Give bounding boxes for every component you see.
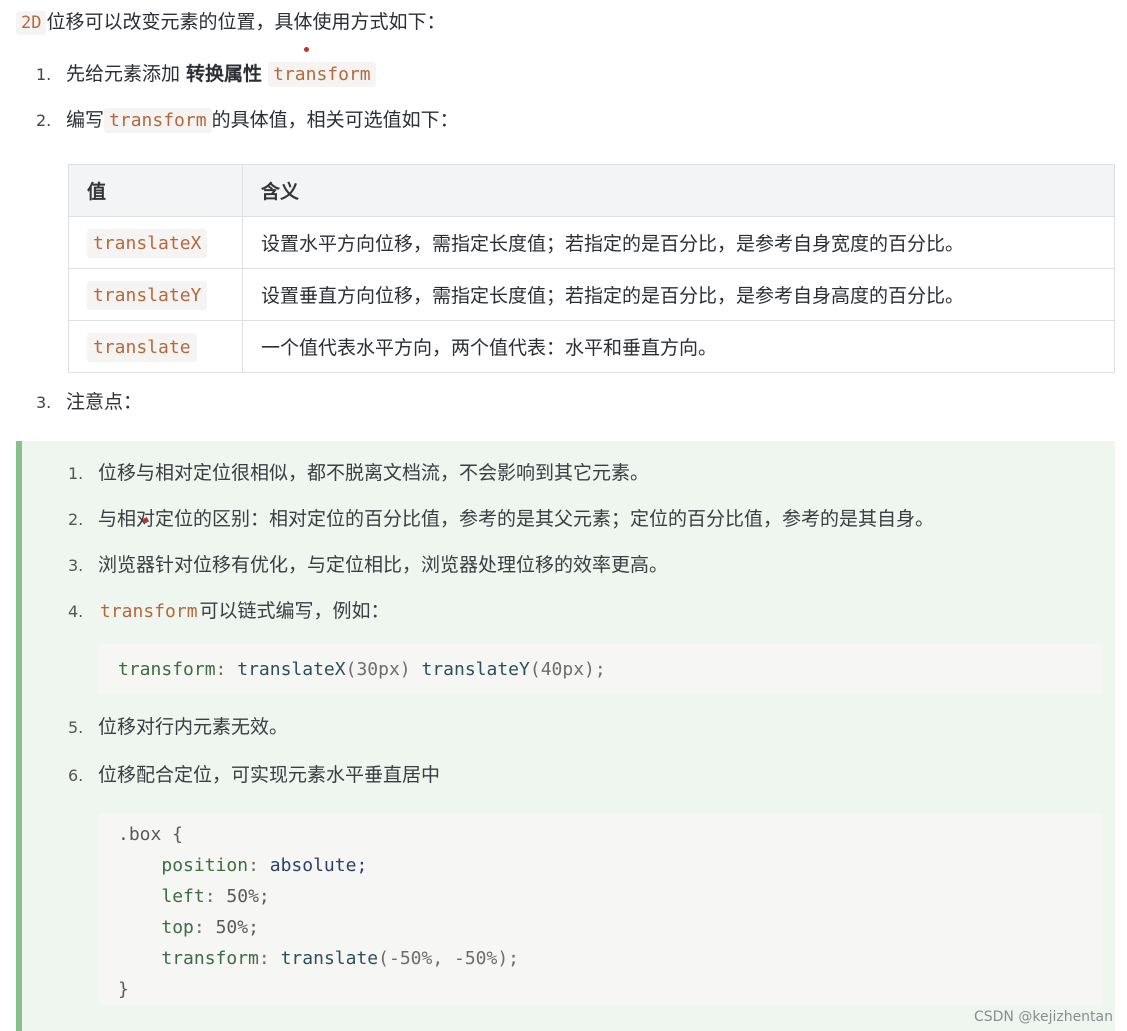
note-code: transform [100,601,198,622]
code-block-chain: transform: translateX(30px) translateY(4… [98,644,1103,694]
table-cell-value: translate [68,320,243,373]
code-selector: .box { [118,824,184,845]
table-row: translate 一个值代表水平方向，两个值代表：水平和垂直方向。 [68,320,1115,373]
watermark: CSDN @kejizhentan [973,1009,1113,1025]
step-bold-text: 转换属性 [186,63,263,85]
values-table: 值 含义 translateX 设置水平方向位移，需指定长度值；若指定的是百分比… [68,164,1115,373]
table-header-row: 值 含义 [68,164,1115,217]
table-row: translateY 设置垂直方向位移，需指定长度值；若指定的是百分比，是参考自… [68,268,1115,321]
note-number: 4. [68,602,84,621]
note-block: 1. 位移与相对定位很相似，都不脱离文档流，不会影响到其它元素。 2. 与相对定位的… [16,441,1115,1031]
code-function: translateX [237,659,346,680]
table-header-value: 值 [68,164,243,217]
red-dot-marker [143,518,148,523]
step-number: 2. [36,111,52,130]
intro-line: 2D 位移可以改变元素的位置，具体使用方式如下： [16,8,446,37]
note-item: 5. 位移对行内元素无效。 [68,713,288,742]
note-text: 浏览器针对位移有优化，与定位相比，浏览器处理位移的效率更高。 [98,554,669,576]
code-function: translate [280,948,379,969]
code-value: absolute; [269,855,368,876]
step-text: 编写 [66,109,105,131]
note-number: 1. [68,464,84,483]
table-cell-meaning: 一个值代表水平方向，两个值代表：水平和垂直方向。 [242,320,1115,373]
step-3: 3. 注意点： [36,388,142,417]
code-punct: : [204,886,227,907]
step-1: 1. 先给元素添加 转换属性 transform [36,60,376,89]
code-property: position [161,855,249,876]
note-item: 4. transform 可以链式编写，例如： [68,597,390,626]
code-args: (40px); [529,659,606,680]
step-text: 先给元素添加 [66,63,187,85]
note-text: 与相对定位的区别：相对定位的百分比值，参考的是其父元素；定位的百分比值，参考的是… [98,508,935,530]
code-property: transform [118,659,216,680]
table-header-meaning: 含义 [242,164,1115,217]
step-number: 1. [36,65,52,84]
code-args: (-50%, -50%); [378,948,520,969]
note-text: 可以链式编写，例如： [199,600,390,622]
note-number: 3. [68,556,84,575]
code-punct: : [258,948,281,969]
note-text: 位移与相对定位很相似，都不脱离文档流，不会影响到其它元素。 [98,462,650,484]
code-punct: : [193,917,216,938]
step-2: 2. 编写 transform 的具体值，相关可选值如下： [36,106,459,135]
code-args: (30px) [345,659,411,680]
intro-text: 位移可以改变元素的位置，具体使用方式如下： [46,11,446,33]
note-item: 2. 与相对定位的区别：相对定位的百分比值，参考的是其父元素；定位的百分比值，参考… [68,505,934,534]
value-code: translate [87,332,197,362]
code-property: top [161,917,194,938]
code-punct: : [215,659,238,680]
intro-code: 2D [16,11,47,35]
red-dot-marker [304,47,309,52]
note-item: 6. 位移配合定位，可实现元素水平垂直居中 [68,761,440,790]
step-text: 的具体值，相关可选值如下： [211,109,459,131]
note-number: 5. [68,718,84,737]
table-cell-meaning: 设置水平方向位移，需指定长度值；若指定的是百分比，是参考自身宽度的百分比。 [242,216,1115,269]
note-item: 1. 位移与相对定位很相似，都不脱离文档流，不会影响到其它元素。 [68,459,649,488]
code-value: 50%; [226,886,270,907]
step-code: transform [268,62,376,87]
note-number: 6. [68,766,84,785]
step-number: 3. [36,393,52,412]
code-function: translateY [421,659,530,680]
code-value: 50%; [215,917,259,938]
code-close-brace: } [118,979,129,1000]
table-cell-value: translateY [68,268,243,321]
step-code: transform [104,108,212,133]
table-row: translateX 设置水平方向位移，需指定长度值；若指定的是百分比，是参考自… [68,216,1115,269]
note-number: 2. [68,510,84,529]
code-property: left [161,886,205,907]
code-block-center: .box { position: absolute; left: 50%; to… [98,813,1103,1005]
table-cell-value: translateX [68,216,243,269]
value-code: translateY [87,280,208,310]
step-text: 注意点： [66,391,143,413]
code-property: transform [161,948,259,969]
code-punct: : [248,855,270,876]
note-text: 位移配合定位，可实现元素水平垂直居中 [98,764,441,786]
table-cell-meaning: 设置垂直方向位移，需指定长度值；若指定的是百分比，是参考自身高度的百分比。 [242,268,1115,321]
value-code: translateX [87,228,208,258]
note-text: 位移对行内元素无效。 [98,716,289,738]
note-item: 3. 浏览器针对位移有优化，与定位相比，浏览器处理位移的效率更高。 [68,551,668,580]
